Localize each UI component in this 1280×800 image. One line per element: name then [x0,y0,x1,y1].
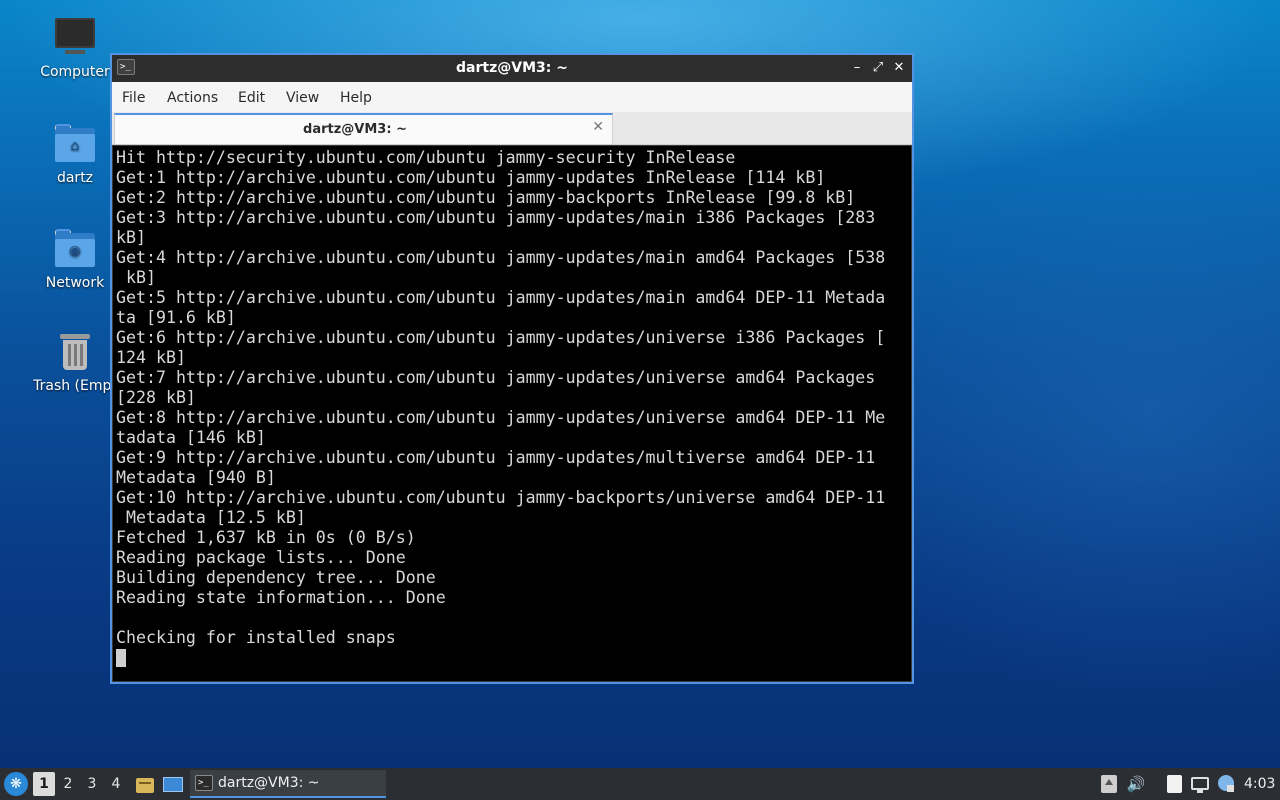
network-folder-icon: ◉ [53,227,97,271]
terminal-line: Get:4 http://archive.ubuntu.com/ubuntu j… [116,248,886,267]
notification-icon[interactable] [1216,774,1236,794]
terminal-cursor [116,649,126,667]
maximize-button[interactable]: ⤢ [869,59,887,77]
terminal-line: tadata [146 kB] [116,428,266,447]
terminal-line: Get:6 http://archive.ubuntu.com/ubuntu j… [116,328,886,347]
tab-label: dartz@VM3: ~ [303,122,407,137]
show-desktop-icon[interactable] [161,773,183,795]
home-folder-icon: ⌂ [53,122,97,166]
trash-icon [53,330,97,374]
minimize-button[interactable]: – [848,59,866,77]
tab-bar: dartz@VM3: ~ ✕ [112,112,912,145]
terminal-line: [228 kB] [116,388,196,407]
menu-view[interactable]: View [284,82,321,112]
start-menu-button[interactable]: ❋ [4,772,28,796]
terminal-line: Get:7 http://archive.ubuntu.com/ubuntu j… [116,368,876,387]
tab-close-icon[interactable]: ✕ [592,119,604,135]
terminal-line: Get:10 http://archive.ubuntu.com/ubuntu … [116,488,886,507]
taskbar: ❋ 1 2 3 4 >_ dartz@VM3: ~ 🔊 4:03 [0,768,1280,800]
clock[interactable]: 4:03 [1244,768,1275,800]
terminal-line: kB] [116,228,146,247]
terminal-line: Hit http://security.ubuntu.com/ubuntu ja… [116,148,736,167]
terminal-line: Get:2 http://archive.ubuntu.com/ubuntu j… [116,188,856,207]
workspace-2[interactable]: 2 [57,772,79,796]
workspace-4[interactable]: 4 [105,772,127,796]
menu-file[interactable]: File [120,82,147,112]
workspace-3[interactable]: 3 [81,772,103,796]
terminal-line: Get:3 http://archive.ubuntu.com/ubuntu j… [116,208,876,227]
terminal-line: 124 kB] [116,348,186,367]
file-manager-launcher-icon[interactable] [133,773,155,795]
terminal-window[interactable]: >_ dartz@VM3: ~ – ⤢ ✕ File Actions Edit … [110,53,914,684]
workspace-1[interactable]: 1 [33,772,55,796]
terminal-line: Metadata [12.5 kB] [116,508,306,527]
terminal-line: Get:1 http://archive.ubuntu.com/ubuntu j… [116,168,826,187]
terminal-line: Metadata [940 B] [116,468,276,487]
taskbar-task-label: dartz@VM3: ~ [218,775,320,791]
clipboard-icon[interactable] [1164,774,1184,794]
terminal-tab[interactable]: dartz@VM3: ~ ✕ [114,113,613,144]
window-title: dartz@VM3: ~ [456,60,568,76]
window-titlebar[interactable]: >_ dartz@VM3: ~ – ⤢ ✕ [112,55,912,82]
terminal-line: Building dependency tree... Done [116,568,436,587]
computer-icon [53,16,97,60]
taskbar-task-terminal[interactable]: >_ dartz@VM3: ~ [190,770,386,798]
terminal-output[interactable]: Hit http://security.ubuntu.com/ubuntu ja… [112,145,912,682]
terminal-line: kB] [116,268,156,287]
terminal-line: Get:9 http://archive.ubuntu.com/ubuntu j… [116,448,876,467]
terminal-line: Reading package lists... Done [116,548,406,567]
terminal-line: ta [91.6 kB] [116,308,236,327]
terminal-line: Checking for installed snaps [116,628,396,647]
menu-edit[interactable]: Edit [236,82,267,112]
close-button[interactable]: ✕ [890,59,908,77]
menu-bar: File Actions Edit View Help [112,82,912,112]
updates-icon[interactable] [1099,774,1119,794]
terminal-line: Get:5 http://archive.ubuntu.com/ubuntu j… [116,288,886,307]
terminal-line: Get:8 http://archive.ubuntu.com/ubuntu j… [116,408,886,427]
volume-icon[interactable]: 🔊 [1126,774,1146,794]
network-icon[interactable] [1190,774,1210,794]
terminal-icon: >_ [195,775,213,791]
terminal-line: Reading state information... Done [116,588,446,607]
menu-help[interactable]: Help [338,82,374,112]
menu-actions[interactable]: Actions [165,82,220,112]
terminal-line: Fetched 1,637 kB in 0s (0 B/s) [116,528,416,547]
